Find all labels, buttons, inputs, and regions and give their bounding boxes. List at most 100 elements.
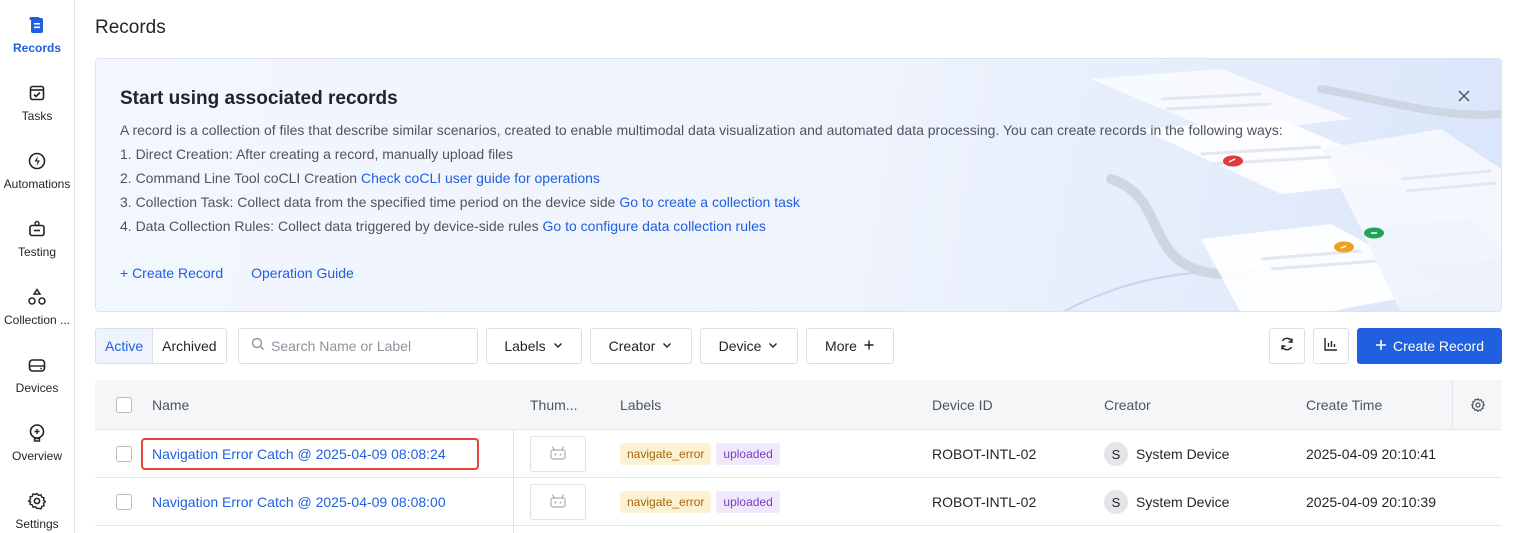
status-segmented-control: Active Archived [95, 328, 227, 364]
row-checkbox[interactable] [116, 430, 132, 478]
record-name-link[interactable]: Navigation Error Catch @ 2025-04-09 08:0… [152, 430, 446, 478]
sidebar-item-label: Settings [15, 517, 59, 531]
device-id-cell: ROBOT-INTL-02 [932, 446, 1037, 462]
robot-icon [548, 444, 568, 465]
create-time-cell: 2025-04-09 20:10:39 [1306, 494, 1436, 510]
more-filters-button[interactable]: More [806, 328, 894, 364]
sidebar: Records Tasks Automations Testing Collec… [0, 0, 75, 533]
intro-banner: Start using associated records A record … [95, 58, 1502, 312]
column-header-labels[interactable]: Labels [620, 380, 661, 430]
device-filter-label: Device [718, 338, 762, 354]
close-icon[interactable] [1457, 89, 1471, 103]
column-header-thumbnail[interactable]: Thum... [530, 380, 577, 430]
bar-chart-icon [1323, 336, 1339, 357]
overview-icon [26, 422, 48, 444]
creator-name: System Device [1136, 446, 1230, 462]
sidebar-item-automations[interactable]: Automations [0, 136, 74, 196]
chevron-down-icon [661, 338, 673, 354]
more-filter-label: More [825, 338, 857, 354]
create-record-label: Create Record [1392, 338, 1485, 354]
label-tag[interactable]: uploaded [716, 443, 780, 465]
sidebar-item-tasks[interactable]: Tasks [0, 68, 74, 128]
tab-active[interactable]: Active [96, 329, 154, 363]
creator-filter[interactable]: Creator [590, 328, 692, 364]
table-row[interactable]: Navigation Error Catch @ 2025-04-09 08:0… [95, 478, 1502, 526]
column-resize-handle[interactable] [513, 430, 514, 533]
plus-icon [1375, 338, 1387, 354]
refresh-button[interactable] [1269, 328, 1305, 364]
labels-filter-label: Labels [504, 338, 546, 354]
create-record-button[interactable]: Create Record [1357, 328, 1502, 364]
create-collection-task-link[interactable]: Go to create a collection task [619, 194, 800, 210]
configure-rules-link[interactable]: Go to configure data collection rules [543, 218, 766, 234]
banner-description: A record is a collection of files that d… [120, 122, 1283, 138]
column-header-device-id[interactable]: Device ID [932, 380, 993, 430]
labels-filter[interactable]: Labels [486, 328, 582, 364]
label-tag[interactable]: navigate_error [620, 491, 712, 513]
collection-icon [26, 286, 48, 308]
banner-title: Start using associated records [120, 88, 398, 109]
app-root: Records Tasks Automations Testing Collec… [0, 0, 1520, 533]
sidebar-item-label: Tasks [21, 109, 53, 123]
labels-cell: navigate_error uploaded [620, 430, 785, 478]
sidebar-item-label: Devices [15, 381, 59, 395]
sidebar-item-records[interactable]: Records [0, 0, 74, 60]
records-icon [26, 14, 48, 36]
column-header-name[interactable]: Name [152, 380, 189, 430]
label-tag[interactable]: uploaded [716, 491, 780, 513]
column-divider [1452, 380, 1453, 430]
creator-cell: S System Device [1104, 430, 1229, 478]
records-table: Name Thum... Labels Device ID Creator Cr… [95, 380, 1502, 533]
operation-guide-link[interactable]: Operation Guide [251, 265, 354, 281]
banner-step-text: 2. Command Line Tool coCLI Creation [120, 170, 361, 186]
avatar: S [1104, 490, 1128, 514]
row-checkbox[interactable] [116, 478, 132, 526]
devices-icon [26, 354, 48, 376]
select-all-checkbox[interactable] [116, 397, 132, 413]
chevron-down-icon [767, 338, 779, 354]
column-settings-icon[interactable] [1470, 397, 1486, 413]
labels-cell: navigate_error uploaded [620, 478, 785, 526]
sidebar-item-testing[interactable]: Testing [0, 204, 74, 264]
sidebar-item-devices[interactable]: Devices [0, 340, 74, 400]
record-name-link[interactable]: Navigation Error Catch @ 2025-04-09 08:0… [152, 478, 446, 526]
cocli-guide-link[interactable]: Check coCLI user guide for operations [361, 170, 600, 186]
sidebar-item-overview[interactable]: Overview [0, 408, 74, 468]
banner-illustration [1062, 69, 1501, 311]
banner-step-3: 3. Collection Task: Collect data from th… [120, 194, 800, 210]
automations-icon [26, 150, 48, 172]
avatar: S [1104, 442, 1128, 466]
chevron-down-icon [552, 338, 564, 354]
banner-step-text: 4. Data Collection Rules: Collect data t… [120, 218, 543, 234]
banner-create-record-link[interactable]: + Create Record [120, 265, 223, 281]
settings-icon [26, 490, 48, 512]
column-header-creator[interactable]: Creator [1104, 380, 1151, 430]
sidebar-item-label: Records [12, 41, 62, 55]
tasks-icon [26, 82, 48, 104]
column-header-create-time[interactable]: Create Time [1306, 380, 1382, 430]
statistics-button[interactable] [1313, 328, 1349, 364]
sidebar-item-settings[interactable]: Settings [0, 476, 74, 533]
creator-name: System Device [1136, 494, 1230, 510]
banner-step-1: 1. Direct Creation: After creating a rec… [120, 146, 513, 162]
sidebar-item-label: Testing [17, 245, 57, 259]
sidebar-item-label: Automations [3, 177, 71, 191]
sidebar-item-collection[interactable]: Collection ... [0, 272, 74, 332]
testing-icon [26, 218, 48, 240]
thumbnail [530, 478, 586, 526]
table-row[interactable]: Navigation Error Catch @ 2025-04-09 08:0… [95, 430, 1502, 478]
banner-actions: + Create Record Operation Guide [120, 265, 354, 281]
device-filter[interactable]: Device [700, 328, 798, 364]
search-box [238, 328, 478, 364]
label-tag[interactable]: navigate_error [620, 443, 712, 465]
sidebar-item-label: Collection ... [3, 313, 71, 327]
search-icon [251, 337, 265, 356]
tab-archived[interactable]: Archived [153, 329, 225, 363]
banner-step-text: 1. Direct Creation: After creating a rec… [120, 146, 513, 162]
banner-step-2: 2. Command Line Tool coCLI Creation Chec… [120, 170, 600, 186]
table-header: Name Thum... Labels Device ID Creator Cr… [95, 380, 1502, 430]
search-input[interactable] [271, 338, 471, 354]
device-id-cell: ROBOT-INTL-02 [932, 494, 1037, 510]
plus-icon [863, 338, 875, 354]
create-time-cell: 2025-04-09 20:10:41 [1306, 446, 1436, 462]
